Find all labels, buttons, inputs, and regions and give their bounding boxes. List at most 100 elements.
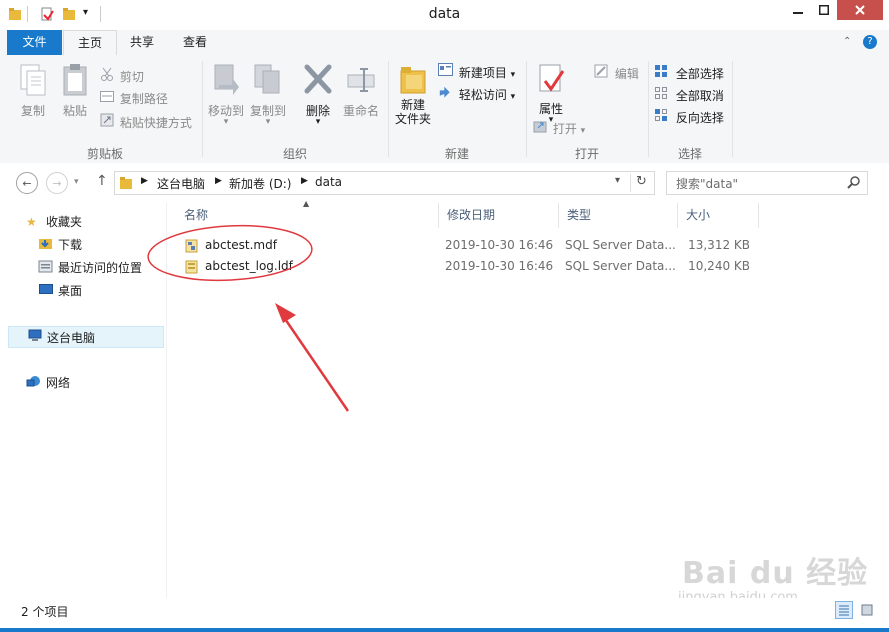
window-border: [0, 628, 889, 632]
copy-path-button[interactable]: 复制路径: [100, 90, 168, 107]
address-dropdown-icon[interactable]: ▾: [615, 175, 620, 186]
easy-access-icon: [438, 85, 455, 102]
open-button[interactable]: 打开 ▾: [533, 119, 585, 137]
recent-locations-dropdown-icon[interactable]: ▾: [74, 177, 79, 187]
help-icon[interactable]: ?: [863, 35, 877, 49]
delete-button[interactable]: 删除 ▾: [300, 63, 336, 127]
address-bar[interactable]: ▶ 这台电脑 ▶ 新加卷 (D:) ▶ data ▾ ↻: [114, 171, 655, 195]
copy-icon: [19, 63, 47, 100]
downloads-folder-icon: [38, 235, 58, 257]
open-icon: [533, 119, 549, 136]
edit-button[interactable]: 编辑: [594, 64, 639, 82]
group-label-new: 新建: [444, 147, 469, 161]
move-to-button[interactable]: 移动到 ▾: [206, 63, 246, 127]
maximize-button[interactable]: [811, 0, 837, 20]
column-header-type[interactable]: 类型: [559, 203, 678, 228]
tab-view[interactable]: 查看: [170, 30, 220, 55]
minimize-button[interactable]: [785, 0, 811, 20]
paste-button[interactable]: 粘贴: [60, 63, 90, 119]
delete-x-icon: [303, 63, 333, 100]
paste-shortcut-icon: [100, 113, 116, 130]
select-all-icon: [654, 64, 672, 81]
group-label-clipboard: 剪贴板: [86, 147, 123, 161]
properties-button[interactable]: 属性 ▾: [534, 63, 568, 125]
back-button[interactable]: ←: [16, 172, 38, 194]
divider: [630, 174, 631, 192]
group-label-select: 选择: [677, 147, 702, 161]
divider: [648, 61, 649, 157]
divider: [526, 61, 527, 157]
tab-share[interactable]: 共享: [117, 30, 167, 55]
file-size: 13,312 KB: [688, 238, 750, 252]
clipboard-icon: [61, 63, 89, 100]
details-view-icon[interactable]: [835, 601, 853, 619]
chevron-right-icon[interactable]: ▶: [141, 176, 148, 186]
close-button[interactable]: [837, 0, 883, 20]
divider: [388, 61, 389, 157]
nav-network[interactable]: 网络: [26, 372, 70, 394]
arrow-right-icon: →: [52, 176, 62, 190]
column-header-date[interactable]: 修改日期: [439, 203, 559, 228]
rename-icon: [346, 63, 376, 100]
annotation-ellipse: [147, 224, 313, 282]
nav-downloads[interactable]: 下载: [38, 234, 82, 256]
breadcrumb-drive-d[interactable]: 新加卷 (D:): [229, 175, 291, 192]
breadcrumb-data[interactable]: data: [315, 175, 342, 189]
select-none-icon: [654, 86, 672, 103]
chevron-right-icon[interactable]: ▶: [301, 176, 308, 186]
copy-to-icon: [253, 63, 283, 100]
tab-home[interactable]: 主页: [63, 30, 117, 57]
invert-selection-button[interactable]: 反向选择: [654, 108, 724, 126]
group-label-organize: 组织: [282, 147, 307, 161]
collapse-ribbon-icon[interactable]: ⌃: [843, 36, 851, 47]
file-date: 2019-10-30 16:46: [445, 259, 554, 273]
arrow-left-icon: ←: [22, 176, 32, 190]
forward-button[interactable]: →: [46, 172, 68, 194]
select-all-button[interactable]: 全部选择: [654, 64, 724, 82]
window-title: data: [428, 6, 461, 22]
search-icon[interactable]: [847, 175, 861, 192]
file-size: 10,240 KB: [688, 259, 750, 273]
paste-shortcut-button[interactable]: 粘贴快捷方式: [100, 113, 192, 131]
network-icon: [26, 373, 46, 395]
tab-file[interactable]: 文件: [7, 30, 62, 55]
file-type: SQL Server Data...: [565, 259, 676, 273]
edit-icon: [594, 64, 611, 81]
rename-button[interactable]: 重命名: [340, 63, 382, 119]
copy-to-button[interactable]: 复制到 ▾: [248, 63, 288, 127]
nav-recent-places[interactable]: 最近访问的位置: [38, 257, 142, 279]
watermark-brand: Bai du 经验: [682, 556, 869, 591]
group-label-open: 打开: [574, 147, 599, 161]
new-folder-icon: [398, 63, 428, 98]
easy-access-button[interactable]: 轻松访问 ▾: [438, 85, 515, 103]
desktop-icon: [38, 281, 58, 303]
recent-places-icon: [38, 258, 58, 280]
navigation-bar: ← → ▾ ↑ ▶ 这台电脑 ▶ 新加卷 (D:) ▶ data ▾ ↻ 搜索"…: [0, 163, 889, 203]
column-header-size[interactable]: 大小: [678, 203, 759, 228]
annotation-overlay: [147, 224, 350, 412]
nav-favorites[interactable]: ★ 收藏夹: [26, 211, 82, 233]
up-button[interactable]: ↑: [96, 173, 108, 189]
cut-button[interactable]: 剪切: [100, 67, 144, 85]
select-none-button[interactable]: 全部取消: [654, 86, 724, 104]
computer-icon: [27, 328, 47, 350]
properties-check-icon: [537, 63, 565, 98]
copy-path-icon: [100, 91, 116, 106]
new-folder-button[interactable]: 新建 文件夹: [392, 63, 434, 126]
breadcrumb-this-pc[interactable]: 这台电脑: [157, 175, 205, 192]
ribbon-tabs: 文件 主页 共享 查看 ⌃ ?: [0, 30, 889, 57]
search-box[interactable]: 搜索"data": [666, 171, 868, 195]
annotation-arrow-head: [275, 303, 296, 323]
chevron-right-icon[interactable]: ▶: [215, 176, 222, 186]
file-type: SQL Server Data...: [565, 238, 676, 252]
annotation-arrow-shaft: [279, 312, 350, 412]
copy-button[interactable]: 复制: [18, 63, 48, 119]
search-input[interactable]: 搜索"data": [676, 175, 738, 192]
large-icons-view-icon[interactable]: [858, 601, 876, 619]
star-icon: ★: [26, 215, 37, 229]
invert-selection-icon: [654, 108, 672, 125]
new-item-button[interactable]: 新建项目 ▾: [438, 63, 515, 81]
divider: [732, 61, 733, 157]
nav-desktop[interactable]: 桌面: [38, 280, 82, 302]
refresh-icon[interactable]: ↻: [636, 174, 647, 189]
